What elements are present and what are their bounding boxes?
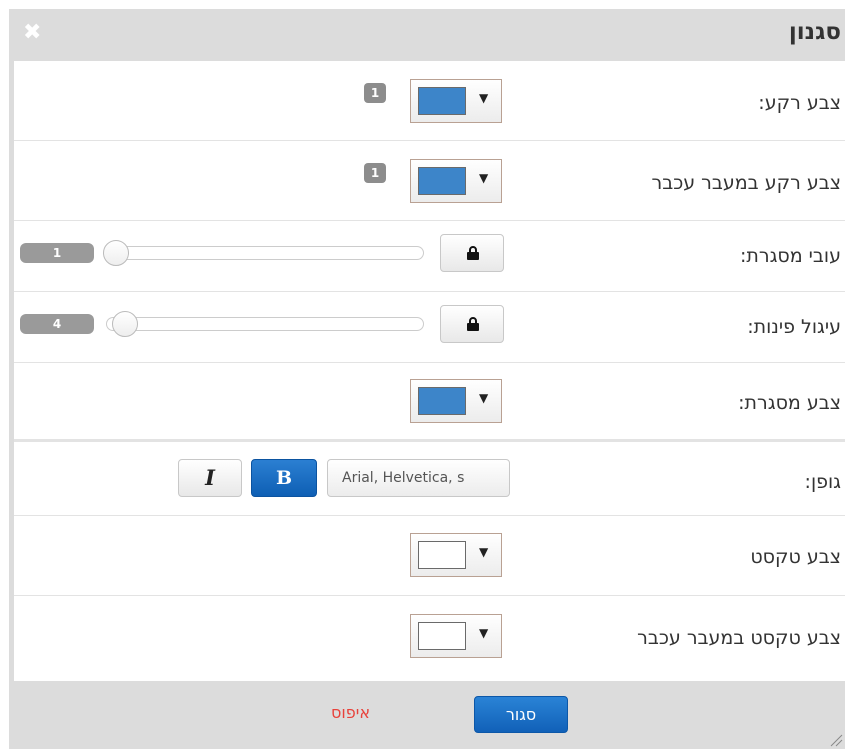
dialog-title: סגנון [788,19,841,45]
hover-text-color-label: צבע טקסט במעבר עכבר [637,627,841,649]
row-corner-radius: 4 עיגול פינות: [14,292,845,363]
italic-button[interactable]: I [178,459,242,497]
chevron-down-icon: ▼ [479,545,489,559]
row-text-color: ▼ צבע טקסט [14,516,845,596]
border-color-picker[interactable]: ▼ [410,379,502,423]
row-font: I B Arial, Helvetica, s גופן: [14,442,845,516]
hover-text-color-picker[interactable]: ▼ [410,614,502,658]
text-color-label: צבע טקסט [750,546,841,568]
border-width-lock-button[interactable] [440,234,504,272]
reset-button[interactable]: איפוס [331,703,370,722]
corner-radius-slider-track[interactable] [106,311,424,337]
font-label: גופן: [804,471,841,493]
text-color-picker[interactable]: ▼ [410,533,502,577]
row-border-color: ▼ צבע מסגרת: [14,363,845,442]
close-icon[interactable]: ✖ [23,21,41,45]
chevron-down-icon: ▼ [479,91,489,105]
chevron-down-icon: ▼ [479,391,489,405]
style-settings-panel: 1 ▼ צבע רקע: 1 ▼ צבע רקע במעבר עכבר 1 עו… [14,61,845,681]
border-width-value: 1 [20,243,94,263]
row-border-width: 1 עובי מסגרת: [14,221,845,292]
hover-background-color-badge: 1 [364,163,386,183]
background-color-label: צבע רקע: [758,92,841,114]
chevron-down-icon: ▼ [479,171,489,185]
style-dialog: ✖ סגנון 1 ▼ צבע רקע: 1 ▼ צבע רקע במעבר ע… [9,9,845,749]
background-color-swatch [418,87,466,115]
resize-grip-icon[interactable] [829,733,843,747]
lock-icon [467,246,479,260]
hover-text-color-swatch [418,622,466,650]
border-width-slider-handle[interactable] [103,240,129,266]
corner-radius-label: עיגול פינות: [747,316,841,338]
border-width-slider-track[interactable] [103,240,424,266]
background-color-badge: 1 [364,83,386,103]
background-color-picker[interactable]: ▼ [410,79,502,123]
font-family-select[interactable]: Arial, Helvetica, s [327,459,510,497]
close-button[interactable]: סגור [474,696,568,733]
border-width-label: עובי מסגרת: [739,245,841,267]
bold-button[interactable]: B [251,459,317,497]
corner-radius-lock-button[interactable] [440,305,504,343]
row-hover-text-color: ▼ צבע טקסט במעבר עכבר [14,596,845,681]
chevron-down-icon: ▼ [479,626,489,640]
corner-radius-value: 4 [20,314,94,334]
row-background-color: 1 ▼ צבע רקע: [14,61,845,141]
row-hover-background-color: 1 ▼ צבע רקע במעבר עכבר [14,141,845,221]
hover-background-color-swatch [418,167,466,195]
lock-icon [467,317,479,331]
corner-radius-slider-handle[interactable] [111,311,138,337]
hover-background-color-label: צבע רקע במעבר עכבר [651,172,841,194]
border-color-swatch [418,387,466,415]
hover-background-color-picker[interactable]: ▼ [410,159,502,203]
dialog-footer: איפוס סגור [9,681,845,749]
border-color-label: צבע מסגרת: [738,392,841,414]
text-color-swatch [418,541,466,569]
dialog-titlebar: ✖ סגנון [9,9,845,61]
